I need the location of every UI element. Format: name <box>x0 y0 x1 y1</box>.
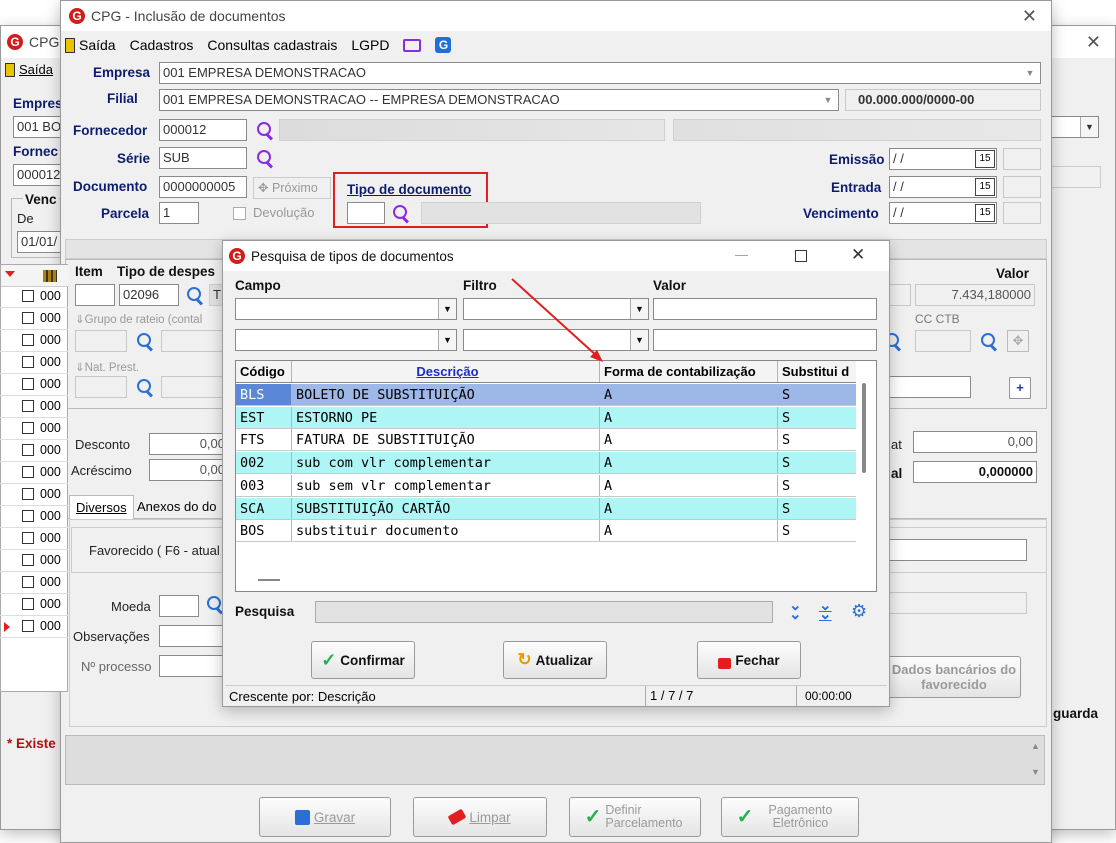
annotation-arrow <box>511 278 603 362</box>
